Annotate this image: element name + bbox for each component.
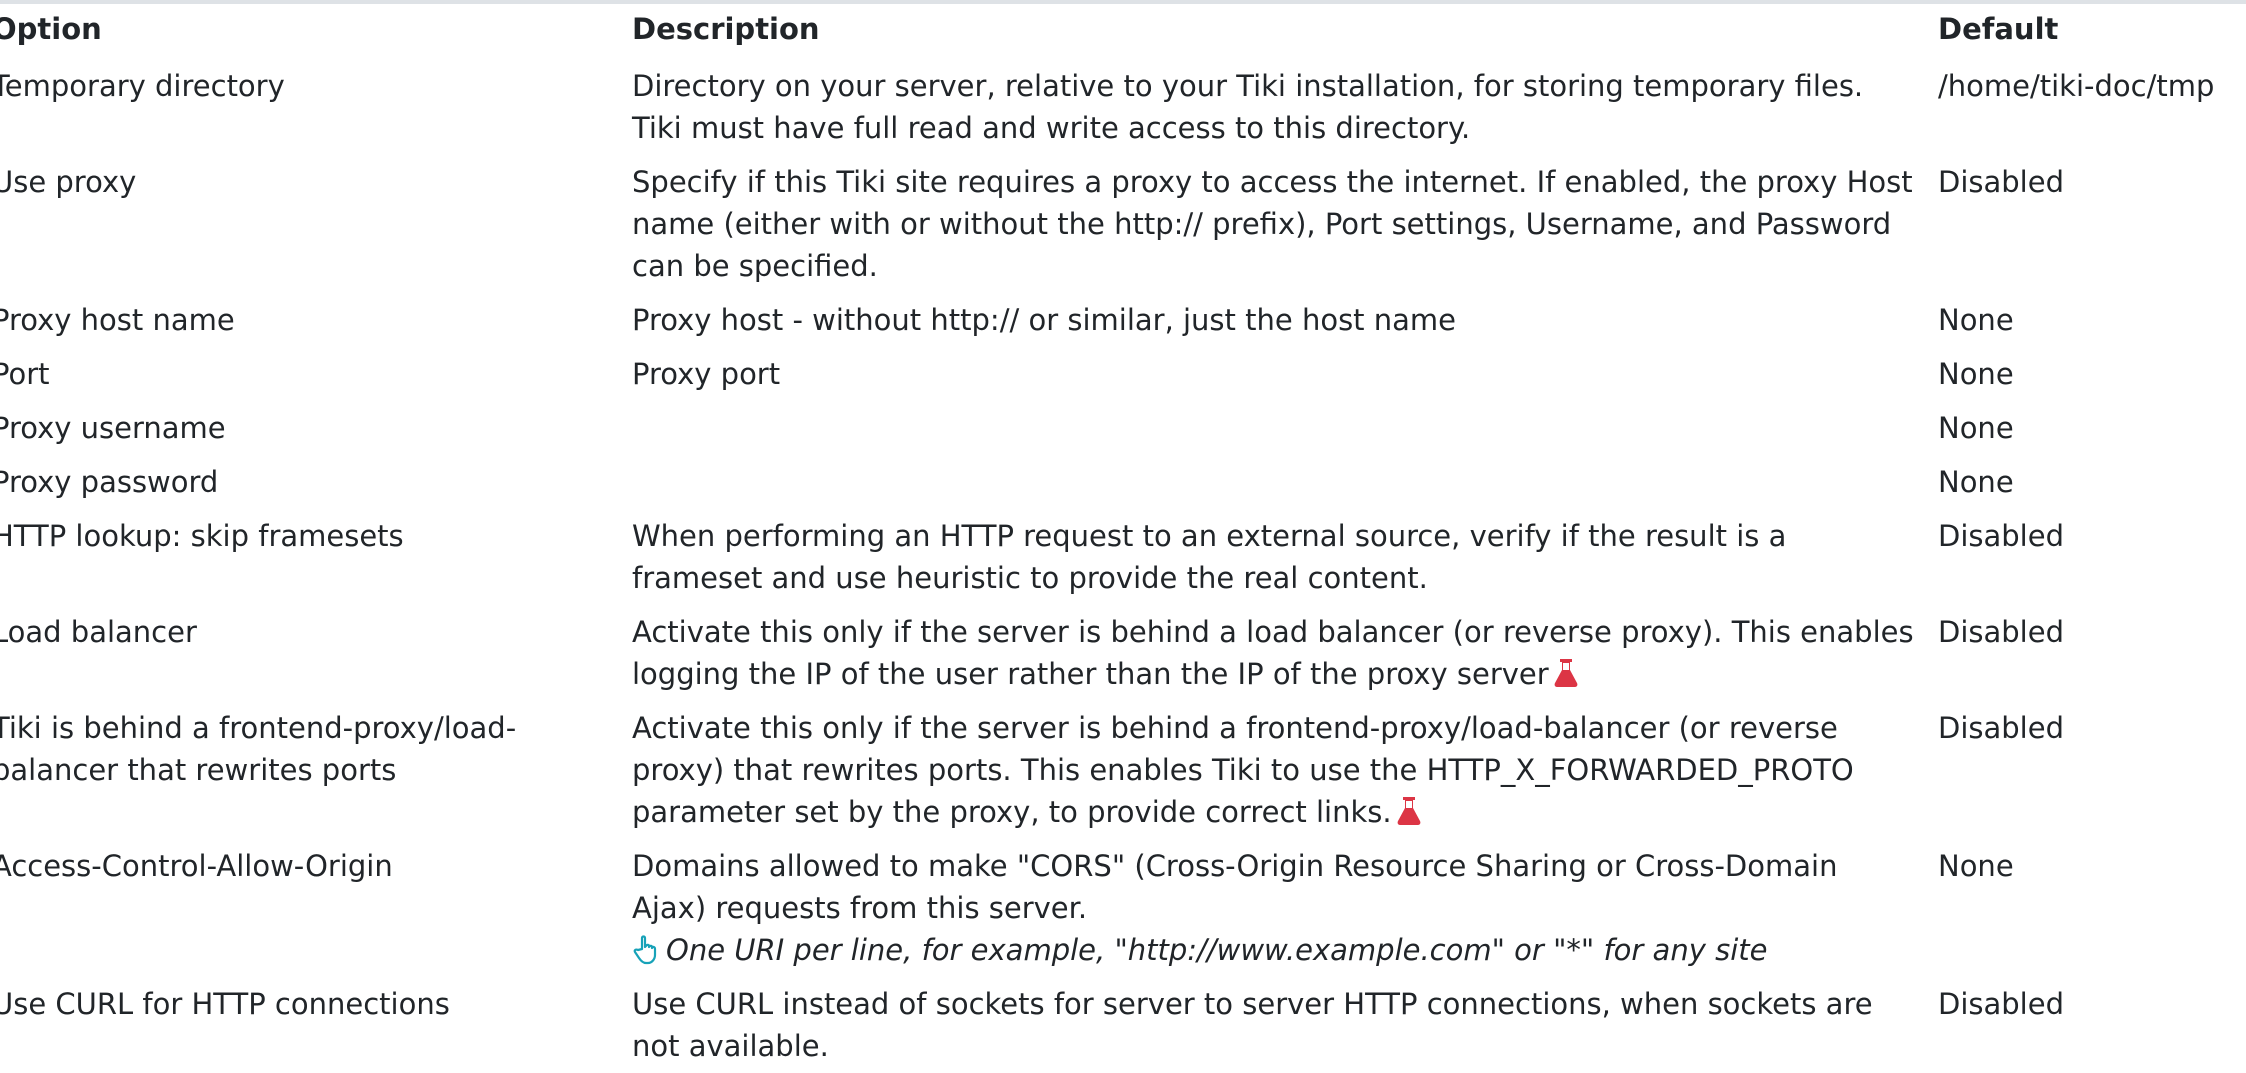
- table-row: Use proxy Specify if this Tiki site requ…: [0, 155, 2246, 293]
- table-row: Proxy username None: [0, 401, 2246, 455]
- option-description: [632, 401, 1938, 455]
- option-default: Disabled: [1938, 711, 2064, 745]
- table-row: Use CURL for HTTP connections Use CURL i…: [0, 977, 2246, 1073]
- table-body: Temporary directory Directory on your se…: [0, 53, 2246, 1073]
- table-row: Proxy host name Proxy host - without htt…: [0, 293, 2246, 347]
- option-name: HTTP lookup: skip framesets: [0, 519, 404, 553]
- option-name: Access-Control-Allow-Origin: [0, 849, 393, 883]
- option-default: Disabled: [1938, 987, 2064, 1021]
- flask-icon: [1554, 659, 1578, 687]
- table-row: Port Proxy port None: [0, 347, 2246, 401]
- table-row: Proxy password None: [0, 455, 2246, 509]
- option-description: [632, 455, 1938, 509]
- option-description: Specify if this Tiki site requires a pro…: [632, 165, 1913, 283]
- option-default: None: [1938, 411, 2014, 445]
- option-default: None: [1938, 357, 2014, 391]
- table-row: Tiki is behind a frontend-proxy/load-bal…: [0, 701, 2246, 839]
- hand-pointer-icon: [633, 935, 657, 965]
- option-default: Disabled: [1938, 165, 2064, 199]
- option-description: Directory on your server, relative to yo…: [632, 69, 1864, 145]
- option-description-cell: Activate this only if the server is behi…: [632, 701, 1938, 839]
- option-hint-text: One URI per line, for example, "http://w…: [666, 933, 1768, 967]
- header-default: Default: [1938, 12, 2059, 46]
- option-name: Load balancer: [0, 615, 197, 649]
- option-description: Use CURL instead of sockets for server t…: [632, 987, 1873, 1063]
- option-description: Domains allowed to make "CORS" (Cross-Or…: [632, 849, 1838, 925]
- option-description-cell: Domains allowed to make "CORS" (Cross-Or…: [632, 839, 1938, 977]
- option-default: Disabled: [1938, 519, 2064, 553]
- option-default: /home/tiki-doc/tmp: [1938, 69, 2215, 103]
- table-row: HTTP lookup: skip framesets When perform…: [0, 509, 2246, 605]
- option-description: When performing an HTTP request to an ex…: [632, 519, 1787, 595]
- table-row: Load balancer Activate this only if the …: [0, 605, 2246, 701]
- option-name: Proxy host name: [0, 303, 235, 337]
- option-default: Disabled: [1938, 615, 2064, 649]
- option-default: None: [1938, 465, 2014, 499]
- option-description: Proxy port: [632, 357, 781, 391]
- option-name: Port: [0, 357, 50, 391]
- header-description: Description: [632, 12, 820, 46]
- header-option: Option: [0, 12, 102, 46]
- option-description: Activate this only if the server is behi…: [632, 615, 1914, 691]
- option-description: Proxy host - without http:// or similar,…: [632, 303, 1457, 337]
- table-row: Temporary directory Directory on your se…: [0, 53, 2246, 155]
- option-default: None: [1938, 303, 2014, 337]
- option-hint: One URI per line, for example, "http://w…: [632, 929, 1918, 971]
- option-name: Proxy username: [0, 411, 226, 445]
- option-name: Use CURL for HTTP connections: [0, 987, 450, 1021]
- option-name: Tiki is behind a frontend-proxy/load-bal…: [0, 711, 517, 787]
- table-header-row: Option Description Default: [0, 5, 2246, 53]
- option-description: Activate this only if the server is behi…: [632, 711, 1854, 829]
- preferences-table: Option Description Default Temporary dir…: [0, 5, 2246, 1073]
- flask-icon: [1397, 797, 1420, 825]
- option-name: Temporary directory: [0, 69, 285, 103]
- option-description-cell: Activate this only if the server is behi…: [632, 605, 1938, 701]
- option-default: None: [1938, 849, 2014, 883]
- table-top-border: [0, 0, 2246, 4]
- option-name: Use proxy: [0, 165, 137, 199]
- option-name: Proxy password: [0, 465, 219, 499]
- table-row: Access-Control-Allow-Origin Domains allo…: [0, 839, 2246, 977]
